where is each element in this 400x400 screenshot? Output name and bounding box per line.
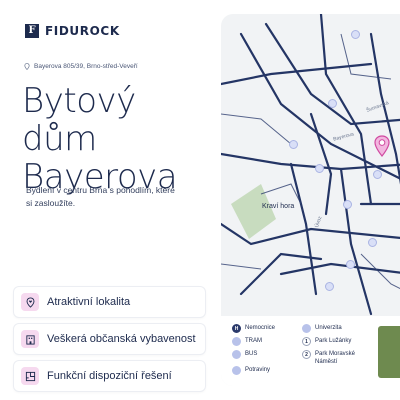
legend-label: Univerzita <box>315 325 342 331</box>
property-location-pin-icon[interactable] <box>373 135 391 157</box>
legend-item-hospital: H Nemocnice <box>232 324 275 333</box>
page-title: Bytový dům Bayerova <box>22 82 217 196</box>
poi-marker[interactable] <box>373 170 382 179</box>
legend-item-tram: TRAM <box>232 337 262 346</box>
map-pin-icon <box>24 63 30 70</box>
map-legend: H Nemocnice Univerzita TRAM 1 Park Lužán… <box>221 316 400 386</box>
poi-marker[interactable] <box>325 282 334 291</box>
poi-marker[interactable] <box>315 164 324 173</box>
park-number-icon: 2 <box>302 350 311 359</box>
feature-card-location: Atraktivní lokalita <box>13 286 206 318</box>
location-heart-icon <box>21 293 39 311</box>
lead-text: Bydlení v centru Brna s pohodlím, které … <box>26 185 175 208</box>
poi-marker[interactable] <box>368 238 377 247</box>
street-map <box>221 14 400 316</box>
legend-label: Nemocnice <box>245 325 276 331</box>
tram-icon <box>232 337 241 346</box>
legend-item-university: Univerzita <box>302 324 342 333</box>
feature-card-layout: Funkční dispoziční řešení <box>13 360 206 392</box>
legend-label: Potraviny <box>245 367 271 373</box>
legend-label: Park Lužánky <box>315 338 352 344</box>
park-photo-thumbnail[interactable] <box>378 326 400 378</box>
park-label: Kraví hora <box>262 203 295 210</box>
legend-item-bus: BUS <box>232 350 257 359</box>
feature-label: Funkční dispoziční řešení <box>47 370 172 382</box>
feature-list: Atraktivní lokalita Veškerá občanská vyb… <box>13 286 206 397</box>
building-icon <box>21 330 39 348</box>
brand-name: FIDUROCK <box>45 24 120 38</box>
poi-marker[interactable] <box>346 260 355 269</box>
hospital-icon: H <box>232 324 241 333</box>
feature-card-amenities: Veškerá občanská vybavenost <box>13 323 206 355</box>
brand-mark-icon: F <box>25 24 39 38</box>
legend-label: Park Moravské Náměstí <box>315 351 356 365</box>
poi-marker[interactable] <box>343 200 352 209</box>
address-line: Bayerova 805/39, Brno-střed-Veveří <box>24 63 138 70</box>
legend-label: TRAM <box>245 338 262 344</box>
brand-logo[interactable]: F FIDUROCK <box>25 24 120 38</box>
poi-marker[interactable] <box>289 140 298 149</box>
floorplan-icon <box>21 367 39 385</box>
university-icon <box>302 324 311 333</box>
legend-item-park-moravske: 2 Park Moravské Náměstí <box>302 350 364 366</box>
bus-icon <box>232 350 241 359</box>
feature-label: Atraktivní lokalita <box>47 296 131 308</box>
legend-item-groceries: Potraviny <box>232 366 270 375</box>
legend-label: BUS <box>245 351 258 357</box>
title-line-1: Bytový dům <box>22 81 136 159</box>
location-map[interactable]: Úvoz Bayerova Šumavská Kraví hora H Nemo… <box>221 14 400 386</box>
park-number-icon: 1 <box>302 337 311 346</box>
feature-label: Veškerá občanská vybavenost <box>47 333 196 345</box>
address-text: Bayerova 805/39, Brno-střed-Veveří <box>34 63 138 70</box>
poi-marker[interactable] <box>328 99 337 108</box>
groceries-icon <box>232 366 241 375</box>
legend-item-park-luzanky: 1 Park Lužánky <box>302 337 351 346</box>
poi-marker[interactable] <box>351 30 360 39</box>
